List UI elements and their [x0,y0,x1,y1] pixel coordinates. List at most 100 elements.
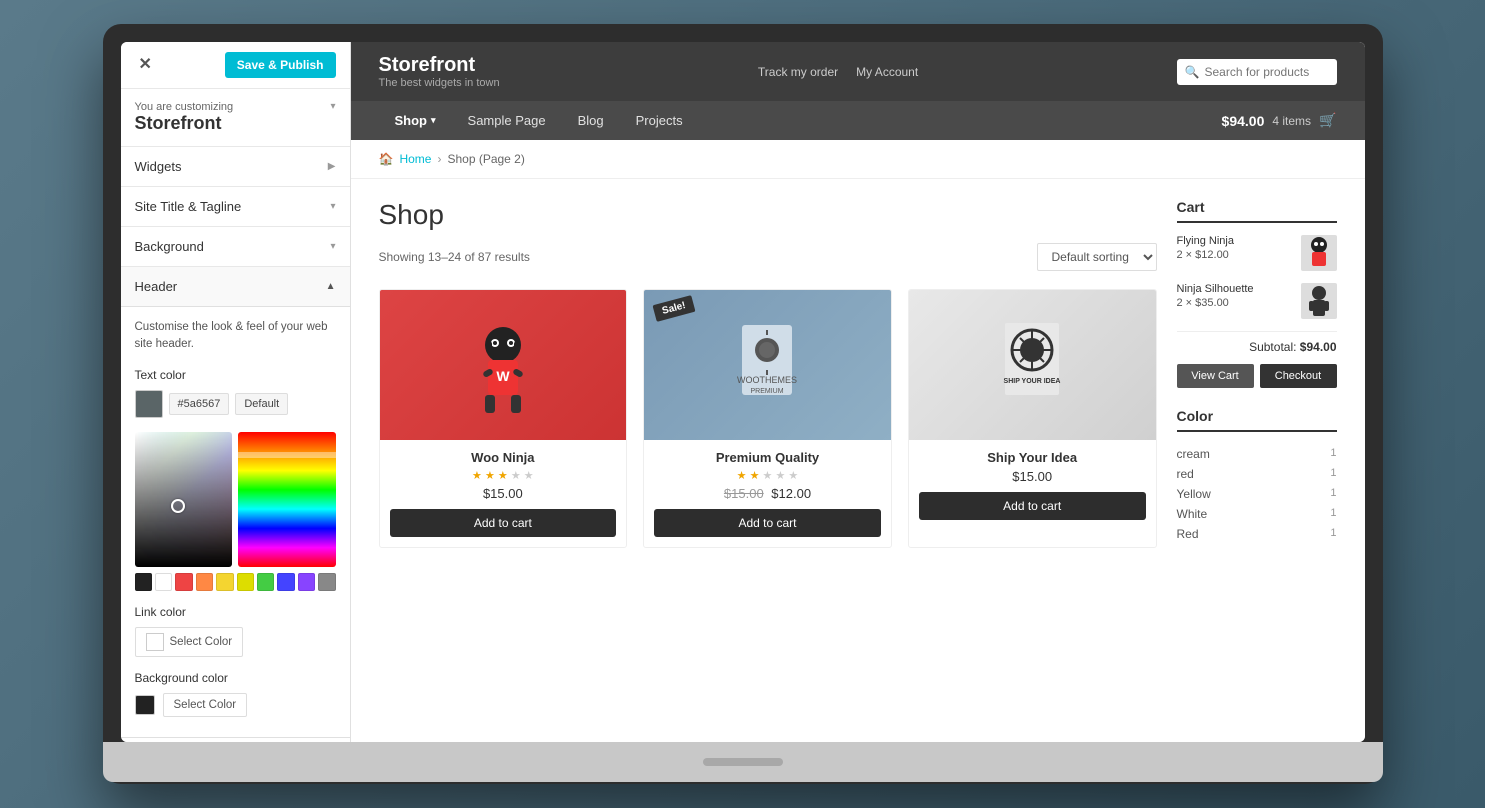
sort-select[interactable]: Default sorting [1037,243,1157,271]
preset-swatch-blue[interactable] [277,573,294,591]
close-button[interactable]: ✕ [135,55,156,75]
star1: ★ [472,470,482,482]
color-filter-red2[interactable]: Red 1 [1177,524,1337,544]
site-title-section-header[interactable]: Site Title & Tagline ▾ [121,187,350,226]
bg-color-row: Select Color [135,693,336,717]
color-gradient-canvas[interactable] [135,432,233,567]
preset-swatch-lime[interactable] [237,573,254,591]
product-image-2: Sale! WOOTHEMES PREMIUM [644,290,891,440]
track-order-link[interactable]: Track my order [758,65,838,79]
preset-swatch-purple[interactable] [298,573,315,591]
preset-swatch-yellow[interactable] [216,573,233,591]
brand-tagline: The best widgets in town [379,77,500,89]
cart-icon: 🛒 [1319,112,1336,129]
sale-price-2: $12.00 [771,486,811,501]
search-wrapper: 🔍 [1177,59,1337,85]
product-card-ship: SHIP YOUR IDEA Ship Your Idea $15.00 Add… [908,289,1157,548]
view-cart-button[interactable]: View Cart [1177,364,1254,388]
store-nav-bar: Shop ▾ Sample Page Blog Projects $94.00 [351,101,1365,140]
color-count-cream: 1 [1330,447,1336,461]
default-color-button[interactable]: Default [235,393,288,415]
add-to-cart-button-2[interactable]: Add to cart [654,509,881,537]
menu-blog-label: Blog [578,113,604,128]
menu-shop[interactable]: Shop ▾ [379,101,452,140]
bg-color-label: Background color [135,671,336,685]
color-filter-red[interactable]: red 1 [1177,464,1337,484]
add-to-cart-button-1[interactable]: Add to cart [390,509,617,537]
home-icon: 🏠 [379,152,394,166]
cart-section-title: Cart [1177,199,1337,223]
svg-text:WOOTHEMES: WOOTHEMES [737,375,797,385]
preset-swatch-green[interactable] [257,573,274,591]
color-swatches-row [135,573,336,591]
background-arrow-icon: ▾ [330,241,335,252]
menu-projects[interactable]: Projects [620,101,699,140]
link-color-label: Link color [135,605,336,619]
preset-swatch-gray[interactable] [318,573,335,591]
header-section-expanded: Header ▲ Customise the look & feel of yo… [121,267,350,738]
color-picker[interactable] [135,432,336,591]
brand-name: Storefront [379,54,500,77]
sidebar-right: Cart Flying Ninja 2 × $12.00 [1157,199,1337,722]
widgets-section-header[interactable]: Widgets ▶ [121,147,350,186]
header-label: Header [135,279,178,294]
products-area: Shop Showing 13–24 of 87 results Default… [379,199,1157,722]
customizing-header: You are customizing Storefront ▾ [121,89,350,147]
cart-silhouette-img [1304,283,1334,319]
site-title-section[interactable]: Site Title & Tagline ▾ [121,187,350,227]
product-name-1: Woo Ninja [390,450,617,465]
star1: ★ [737,470,747,482]
color-filter-white[interactable]: White 1 [1177,504,1337,524]
search-input[interactable] [1177,59,1337,85]
background-section-header[interactable]: Background ▾ [121,227,350,266]
home-link[interactable]: Home [399,152,431,166]
color-name-red2: Red [1177,527,1199,541]
menu-projects-label: Projects [636,113,683,128]
cart-item-1: Flying Ninja 2 × $12.00 [1177,235,1337,271]
menu-blog[interactable]: Blog [562,101,620,140]
header-section-title[interactable]: Header ▲ [121,267,350,307]
dropdown-arrow-icon: ▾ [330,101,335,112]
link-color-btn-label: Select Color [170,636,233,648]
widgets-section[interactable]: Widgets ▶ [121,147,350,187]
preset-swatch-black[interactable] [135,573,152,591]
add-to-cart-button-3[interactable]: Add to cart [919,492,1146,520]
menu-sample-page[interactable]: Sample Page [452,101,562,140]
color-value-button[interactable]: #5a6567 [169,393,230,415]
site-title-label: Site Title & Tagline [135,199,242,214]
bg-color-select-button[interactable]: Select Color [163,693,248,717]
link-color-select-button[interactable]: Select Color [135,627,244,657]
text-color-swatch[interactable] [135,390,163,418]
color-name-cream: cream [1177,447,1210,461]
laptop-frame: ✕ Save & Publish You are customizing Sto… [103,24,1383,784]
my-account-link[interactable]: My Account [856,65,918,79]
color-count-red2: 1 [1330,527,1336,541]
product-info-3: Ship Your Idea $15.00 Add to cart [909,440,1156,530]
footer-section[interactable]: Footer ▾ [121,738,350,743]
color-filter-yellow[interactable]: Yellow 1 [1177,484,1337,504]
footer-section-header[interactable]: Footer ▾ [121,738,350,743]
text-color-label: Text color [135,368,336,382]
star3: ★ [498,470,508,482]
product-card-premium: Sale! WOOTHEMES PREMIUM [643,289,892,548]
hue-slider[interactable] [238,432,336,567]
original-price-2: $15.00 [724,486,764,501]
cart-area[interactable]: $94.00 4 items 🛒 [1222,112,1337,129]
checkout-button[interactable]: Checkout [1260,364,1337,388]
laptop-screen: ✕ Save & Publish You are customizing Sto… [121,42,1365,742]
cart-item-img-1 [1301,235,1337,271]
preset-swatch-orange[interactable] [196,573,213,591]
subtotal-value: $94.00 [1300,340,1337,354]
cart-item-qty-2: 2 × $35.00 [1177,297,1254,309]
product-info-2: Premium Quality ★ ★ ★ ★ ★ $15.00 [644,440,891,547]
preset-swatch-red[interactable] [175,573,192,591]
color-filter-cream[interactable]: cream 1 [1177,444,1337,464]
save-publish-button[interactable]: Save & Publish [225,52,336,78]
product-price-1: $15.00 [390,486,617,501]
preset-swatch-white[interactable] [155,573,172,591]
background-section[interactable]: Background ▾ [121,227,350,267]
cart-item-name-1: Flying Ninja [1177,235,1234,247]
color-filter-section: Color cream 1 red 1 Yellow [1177,408,1337,544]
bg-color-swatch[interactable] [135,695,155,715]
store-preview: Storefront The best widgets in town Trac… [351,42,1365,742]
